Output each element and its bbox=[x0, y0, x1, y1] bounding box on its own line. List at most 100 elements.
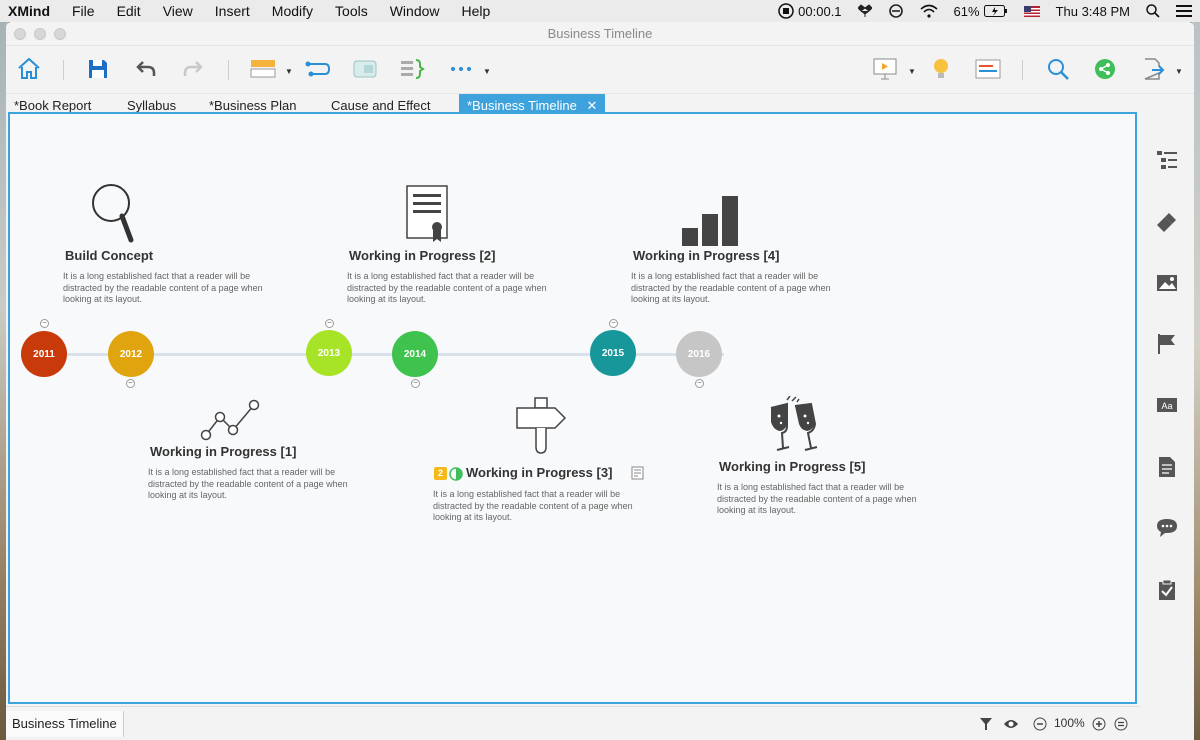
toolbar-separator bbox=[63, 60, 64, 80]
menu-tools[interactable]: Tools bbox=[324, 0, 379, 22]
brainstorm-icon[interactable] bbox=[926, 54, 956, 84]
menu-help[interactable]: Help bbox=[451, 0, 502, 22]
close-window-button[interactable] bbox=[14, 28, 26, 40]
topic-title[interactable]: Working in Progress [3] bbox=[466, 465, 612, 480]
menu-file[interactable]: File bbox=[61, 0, 106, 22]
image-icon[interactable] bbox=[1155, 271, 1179, 295]
menu-insert[interactable]: Insert bbox=[204, 0, 261, 22]
presentation-dropdown-caret[interactable]: ▼ bbox=[908, 67, 916, 76]
bar-chart-icon bbox=[680, 192, 744, 253]
task-icon[interactable] bbox=[1155, 578, 1179, 602]
app-window: Business Timeline ▼ ▼ ▼ ▼ *Book Report S… bbox=[6, 22, 1194, 740]
topic-description: It is a long established fact that a rea… bbox=[347, 271, 547, 304]
topic-dropdown-caret[interactable]: ▼ bbox=[285, 67, 293, 76]
more-dropdown-caret[interactable]: ▼ bbox=[483, 67, 491, 76]
notes-icon[interactable] bbox=[1155, 455, 1179, 479]
more-icon[interactable] bbox=[446, 54, 476, 84]
save-icon[interactable] bbox=[83, 54, 113, 84]
topic-description: It is a long established fact that a rea… bbox=[631, 271, 831, 304]
right-sidebar: Aa bbox=[1141, 112, 1194, 740]
toolbar-separator bbox=[228, 60, 229, 80]
search-icon[interactable] bbox=[1043, 54, 1073, 84]
boundary-icon[interactable] bbox=[350, 54, 380, 84]
notification-center-icon[interactable] bbox=[1176, 5, 1192, 17]
collapse-toggle[interactable]: − bbox=[40, 319, 49, 328]
menu-window[interactable]: Window bbox=[379, 0, 451, 22]
export-dropdown-caret[interactable]: ▼ bbox=[1175, 67, 1183, 76]
tab-business-timeline-label: *Business Timeline bbox=[467, 98, 577, 113]
menu-view[interactable]: View bbox=[152, 0, 204, 22]
topic-description: It is a long established fact that a rea… bbox=[148, 467, 348, 500]
collapse-toggle[interactable]: − bbox=[695, 379, 704, 388]
spotlight-icon[interactable] bbox=[1146, 4, 1160, 18]
zoom-level: 100% bbox=[1054, 716, 1085, 730]
window-title: Business Timeline bbox=[547, 26, 653, 41]
sheet-tab[interactable]: Business Timeline bbox=[6, 711, 124, 737]
collapse-toggle[interactable]: − bbox=[126, 379, 135, 388]
battery-status[interactable]: 61% bbox=[954, 4, 1008, 19]
eye-icon[interactable] bbox=[1003, 717, 1019, 734]
redo-icon[interactable] bbox=[178, 54, 208, 84]
outline-icon[interactable] bbox=[1155, 148, 1179, 172]
dropbox-icon[interactable] bbox=[857, 4, 872, 18]
status-bar: Business Timeline 100% bbox=[6, 706, 1140, 740]
input-source-flag-icon[interactable] bbox=[1023, 5, 1040, 17]
comments-icon[interactable] bbox=[1155, 516, 1179, 540]
topic-title[interactable]: Working in Progress [4] bbox=[633, 248, 779, 263]
year-node-2011[interactable]: 2011 bbox=[21, 331, 67, 377]
filter-icon[interactable] bbox=[979, 717, 993, 734]
summary-icon[interactable] bbox=[397, 54, 427, 84]
undo-icon[interactable] bbox=[131, 54, 161, 84]
gantt-icon[interactable] bbox=[973, 54, 1003, 84]
collapse-toggle[interactable]: − bbox=[609, 319, 618, 328]
home-icon[interactable] bbox=[14, 54, 44, 84]
clock[interactable]: Thu 3:48 PM bbox=[1056, 4, 1130, 19]
topic-description: It is a long established fact that a rea… bbox=[717, 482, 917, 515]
title-bar: Business Timeline bbox=[6, 22, 1194, 46]
mind-map-canvas[interactable]: 2011 2012 2013 2014 2015 2016 − − − − − … bbox=[8, 112, 1137, 704]
champagne-icon bbox=[765, 395, 827, 463]
line-chart-icon bbox=[198, 397, 262, 446]
format-icon[interactable] bbox=[1155, 210, 1179, 234]
battery-percent: 61% bbox=[953, 3, 980, 19]
year-node-2013[interactable]: 2013 bbox=[306, 330, 352, 376]
screen-record-status[interactable]: 00:00.1 bbox=[778, 3, 842, 19]
zoom-out-icon[interactable] bbox=[1033, 717, 1047, 734]
topic-description: It is a long established fact that a rea… bbox=[63, 271, 263, 304]
sync-icon[interactable] bbox=[888, 3, 904, 19]
topic-icon[interactable] bbox=[248, 54, 278, 84]
collapse-toggle[interactable]: − bbox=[325, 319, 334, 328]
priority-marker[interactable]: 2 bbox=[434, 467, 447, 480]
zoom-window-button[interactable] bbox=[54, 28, 66, 40]
close-tab-icon[interactable]: ✕ bbox=[586, 98, 597, 113]
year-node-2012[interactable]: 2012 bbox=[108, 331, 154, 377]
macos-menu-bar: XMind File Edit View Insert Modify Tools… bbox=[0, 0, 1200, 22]
export-icon[interactable] bbox=[1138, 54, 1168, 84]
topic-title[interactable]: Working in Progress [5] bbox=[719, 459, 865, 474]
relationship-icon[interactable] bbox=[303, 54, 333, 84]
year-node-2014[interactable]: 2014 bbox=[392, 331, 438, 377]
zoom-in-icon[interactable] bbox=[1092, 717, 1106, 734]
topic-title[interactable]: Working in Progress [1] bbox=[150, 444, 296, 459]
svg-text:Aa: Aa bbox=[1161, 401, 1172, 411]
year-node-2016[interactable]: 2016 bbox=[676, 331, 722, 377]
menu-edit[interactable]: Edit bbox=[106, 0, 152, 22]
topic-description: It is a long established fact that a rea… bbox=[433, 489, 633, 522]
menu-modify[interactable]: Modify bbox=[261, 0, 324, 22]
presentation-icon[interactable] bbox=[870, 54, 900, 84]
topic-title[interactable]: Build Concept bbox=[65, 248, 153, 263]
share-icon[interactable] bbox=[1090, 54, 1120, 84]
app-menu[interactable]: XMind bbox=[0, 0, 61, 22]
minimize-window-button[interactable] bbox=[34, 28, 46, 40]
collapse-toggle[interactable]: − bbox=[411, 379, 420, 388]
fit-map-icon[interactable] bbox=[1114, 717, 1128, 734]
wifi-icon[interactable] bbox=[920, 4, 938, 18]
text-style-icon[interactable]: Aa bbox=[1155, 394, 1179, 418]
notes-marker-icon[interactable] bbox=[631, 466, 645, 485]
magnifier-icon bbox=[90, 184, 134, 251]
topic-title[interactable]: Working in Progress [2] bbox=[349, 248, 495, 263]
year-node-2015[interactable]: 2015 bbox=[590, 330, 636, 376]
marker-icon[interactable] bbox=[1155, 332, 1179, 356]
battery-icon bbox=[983, 5, 1007, 17]
progress-marker-icon[interactable] bbox=[449, 467, 463, 486]
